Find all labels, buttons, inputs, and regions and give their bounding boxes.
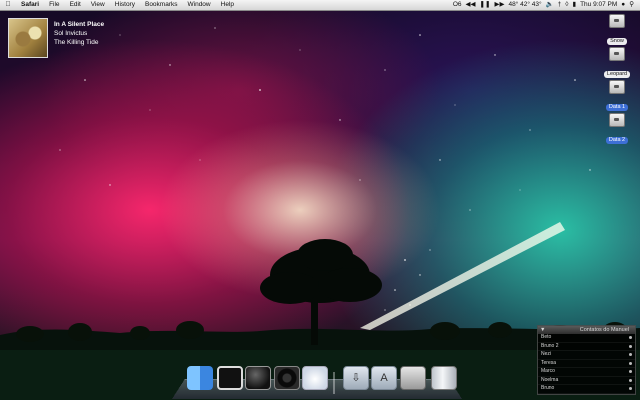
dock-applications-stack[interactable]: A <box>371 366 397 390</box>
dock-photo-booth[interactable] <box>217 366 243 390</box>
status-dot-icon <box>629 387 632 390</box>
drive-data-1[interactable]: Data 1 <box>597 80 637 113</box>
drive-label: Data 2 <box>605 137 629 144</box>
user-icon[interactable]: ● <box>621 0 625 10</box>
contact-row[interactable]: Bruno 2 <box>538 342 635 351</box>
contact-name: Nezi <box>541 351 552 357</box>
finder-icon <box>187 366 213 390</box>
contact-row[interactable]: Nezi <box>538 351 635 360</box>
status-dot-icon <box>629 361 632 365</box>
rewind-icon[interactable]: ◀◀ <box>466 0 476 10</box>
status-dot-icon <box>629 370 632 373</box>
dock-screen[interactable] <box>400 366 426 390</box>
menu-view[interactable]: View <box>86 0 110 10</box>
screen-icon <box>400 366 426 390</box>
dock-cloud[interactable] <box>302 366 328 390</box>
photo-booth-icon <box>217 366 243 390</box>
pause-icon[interactable]: ❚❚ <box>480 0 491 10</box>
contact-row[interactable]: Bruno <box>538 385 635 394</box>
contact-name: Marco <box>541 368 555 374</box>
contact-row[interactable]: Beto <box>538 334 635 343</box>
drive-snow[interactable]: Snow <box>597 14 637 47</box>
status-dot-icon <box>629 344 632 348</box>
status-dot-icon <box>629 353 632 356</box>
weather-readout[interactable]: 48° 42° 43° <box>508 0 541 10</box>
hard-drive-icon <box>609 47 625 61</box>
status-dot-icon <box>629 378 632 382</box>
menu-file[interactable]: File <box>44 0 64 10</box>
drive-data-2[interactable]: Data 2 <box>597 113 637 146</box>
drive-label: Data 1 <box>605 104 629 111</box>
bluetooth-icon[interactable]: † <box>558 0 562 10</box>
dock-dashboard[interactable] <box>245 366 271 390</box>
dock-downloads-stack[interactable]: ⇩ <box>343 366 369 390</box>
menu-clock[interactable]: Thu 9:07 PM <box>580 0 617 10</box>
menu-edit[interactable]: Edit <box>65 0 86 10</box>
menu-bookmarks[interactable]: Bookmarks <box>140 0 183 10</box>
contact-name: Beto <box>541 334 552 340</box>
menu-app[interactable]: Safari <box>16 0 44 10</box>
dock-trash[interactable] <box>431 366 457 390</box>
collapse-triangle-icon[interactable]: ▼ <box>540 326 545 334</box>
cloud-icon <box>302 366 328 390</box>
hard-drive-icon <box>609 80 625 94</box>
contact-name: Teresa <box>541 359 557 366</box>
menu-status-text[interactable]: O6 <box>453 0 462 10</box>
wifi-icon[interactable]: ◊ <box>565 0 568 10</box>
contact-name: Noelma <box>541 376 559 383</box>
album-cover[interactable] <box>8 18 48 58</box>
volume-icon[interactable]: 🔈 <box>546 0 554 10</box>
itunes-icon <box>274 366 300 390</box>
battery-icon[interactable]: ▮ <box>573 0 577 10</box>
now-playing-widget: In A Silent Place Sol Invictus The Killi… <box>8 18 104 58</box>
hard-drive-icon <box>609 113 625 127</box>
menu-help[interactable]: Help <box>216 0 239 10</box>
menu-window[interactable]: Window <box>183 0 216 10</box>
trash-icon <box>431 366 457 390</box>
apple-icon[interactable]:  <box>0 0 16 10</box>
track-title: In A Silent Place <box>54 21 105 28</box>
track-album: The Killing Tide <box>54 39 99 46</box>
hard-drive-icon <box>609 14 625 28</box>
download-arrow-icon: ⇩ <box>351 372 361 384</box>
app-store-a-icon: A <box>380 372 388 384</box>
status-dot-icon <box>629 336 632 339</box>
dock-itunes[interactable] <box>274 366 300 390</box>
spotlight-icon[interactable]: ⚲ <box>629 0 634 10</box>
drive-label: Snow <box>607 38 627 45</box>
dashboard-icon <box>245 366 271 390</box>
contact-name: Bruno <box>541 385 555 391</box>
contact-row[interactable]: Marco <box>538 368 635 377</box>
drive-label: Leopard <box>603 71 631 78</box>
contact-row[interactable]: Noelma <box>538 376 635 385</box>
contacts-title: Contatos do Manuel <box>579 327 629 333</box>
menu-bar:  Safari File Edit View History Bookmark… <box>0 0 640 11</box>
drive-leopard[interactable]: Leopard <box>597 47 637 80</box>
track-artist: Sol Invictus <box>54 30 88 37</box>
contact-name: Bruno 2 <box>541 342 559 349</box>
contacts-widget: ▼ Contatos do Manuel Beto Bruno 2 Nezi T… <box>537 325 636 395</box>
dock-finder[interactable] <box>187 366 213 390</box>
contact-row[interactable]: Teresa <box>538 359 635 368</box>
dock-divider <box>333 372 335 394</box>
forward-icon[interactable]: ▶▶ <box>494 0 504 10</box>
menu-history[interactable]: History <box>110 0 140 10</box>
